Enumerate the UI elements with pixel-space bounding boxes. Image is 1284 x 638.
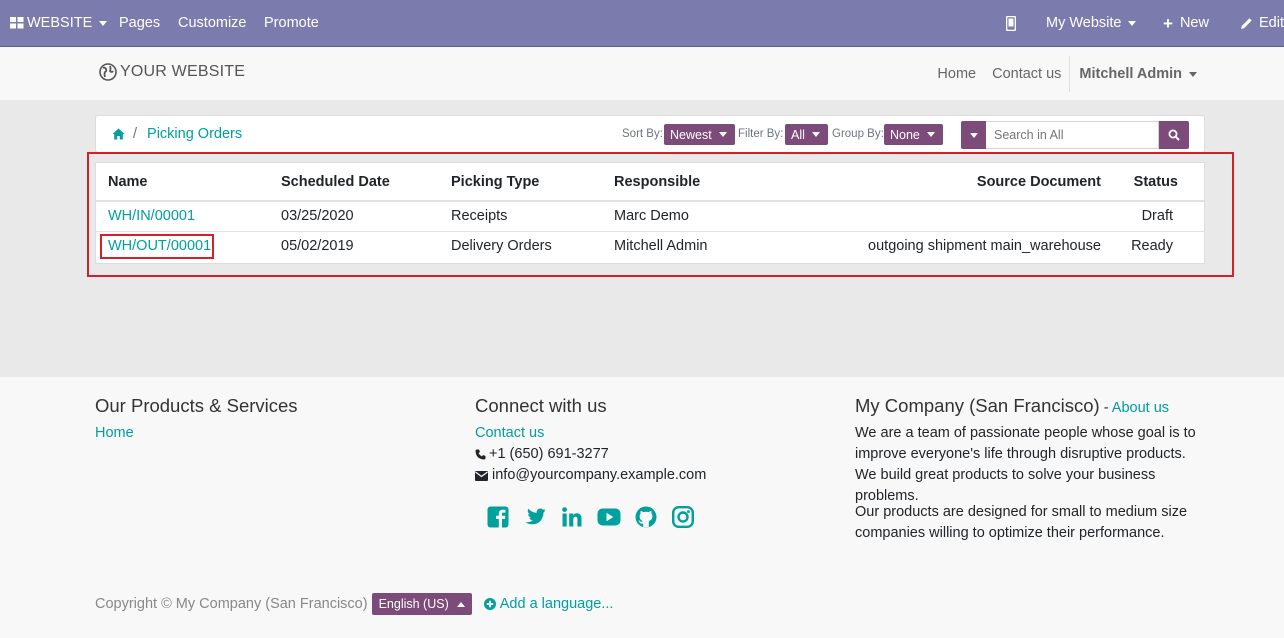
chevron-down-icon [1128,20,1137,26]
apps-grid-icon [10,17,24,29]
github-icon[interactable] [627,506,664,528]
search-icon [1168,129,1180,141]
add-language-label: Add a language... [499,596,614,612]
breadcrumb-picking-orders[interactable]: Picking Orders [147,126,242,142]
search-group [961,121,1189,149]
website-label: WEBSITE [27,15,93,31]
site-logo[interactable]: YOUR WEBSITE [99,63,245,81]
footer-company-title: My Company (San Francisco) - About us [855,395,1169,417]
sort-dropdown[interactable]: Newest [664,124,735,145]
nav-contact-us[interactable]: Contact us [992,66,1061,82]
logo-text: YOUR WEBSITE [120,63,246,80]
language-value: English (US) [378,597,449,611]
breadcrumb: / Picking Orders [112,126,242,142]
mobile-preview-button[interactable] [1006,0,1016,46]
my-website-menu[interactable]: My Website [1046,0,1137,46]
table-highlight-box [87,152,1234,277]
mobile-icon [1006,15,1016,31]
instagram-icon[interactable] [664,506,701,528]
footer-products-title: Our Products & Services [95,395,298,416]
globe-icon [99,63,117,81]
pages-menu[interactable]: Pages [119,0,160,46]
home-icon[interactable] [112,128,125,140]
footer-phone: +1 (650) 691-3277 [475,444,706,465]
footer-connect-title: Connect with us [475,395,607,416]
nav-home[interactable]: Home [937,66,976,82]
footer-email: info@yourcompany.example.com [475,465,706,486]
site-nav: Home Contact us Mitchell Admin [921,47,1197,101]
group-label: Group By: [832,128,884,140]
sort-value: Newest [670,127,712,142]
search-options-dropdown[interactable] [961,121,986,149]
pencil-icon [1241,17,1252,29]
filter-value: All [791,127,805,142]
my-website-label: My Website [1046,15,1122,31]
group-dropdown[interactable]: None [884,124,943,145]
footer-contact-link[interactable]: Contact us [475,425,544,441]
chevron-up-icon [456,601,465,607]
email-address: info@yourcompany.example.com [492,467,707,483]
breadcrumb-separator: / [133,126,138,142]
edit-label: Edit [1259,15,1284,31]
admin-topbar: WEBSITE Pages Customize Promote My Websi… [0,0,1284,46]
twitter-icon[interactable] [516,506,553,528]
search-button[interactable] [1159,121,1189,149]
controls-bar: / Picking Orders Sort By: Newest Filter … [95,115,1205,153]
footer-home-link[interactable]: Home [95,425,134,441]
filter-label: Filter By: [738,128,784,140]
sort-label: Sort By: [622,128,663,140]
company-description: We are a team of passionate people whose… [855,425,1196,504]
plus-icon: + [1163,13,1173,33]
search-input[interactable] [986,121,1159,149]
order-link-highlight-box [100,234,214,259]
phone-icon [475,449,486,460]
company-description-2: Our products are designed for small to m… [855,504,1188,541]
chevron-down-icon [926,132,935,137]
site-footer: Our Products & Services Home Connect wit… [0,377,1284,638]
chevron-down-icon [718,132,727,137]
copyright-text: Copyright © My Company (San Francisco) [95,596,368,612]
copyright-bar: Copyright © My Company (San Francisco) E… [95,593,613,615]
chevron-down-icon [99,20,108,26]
plus-circle-icon [483,598,496,610]
facebook-icon[interactable] [479,506,516,528]
title-dash: - [1099,400,1112,416]
youtube-icon[interactable] [590,506,627,528]
footer-products-list: Home [95,423,134,444]
linkedin-icon[interactable] [553,506,590,528]
group-value: None [890,127,920,142]
about-us-link[interactable]: About us [1112,400,1169,416]
envelope-icon [475,470,488,481]
language-selector[interactable]: English (US) [371,593,472,615]
footer-contact-block: Contact us +1 (650) 691-3277 info@yourco… [475,423,706,486]
new-label: New [1179,15,1209,31]
website-menu[interactable]: WEBSITE [10,0,108,46]
chevron-down-icon [811,132,820,137]
user-name: Mitchell Admin [1079,66,1182,82]
company-name: My Company (San Francisco) [855,395,1100,416]
promote-menu[interactable]: Promote [264,0,319,46]
chevron-down-icon [1189,71,1197,77]
nav-divider [1069,56,1071,92]
phone-number: +1 (650) 691-3277 [489,446,609,462]
chevron-down-icon [969,132,978,138]
filter-dropdown[interactable]: All [785,124,828,145]
new-button[interactable]: + New [1163,0,1209,46]
social-links [479,506,701,528]
user-menu[interactable]: Mitchell Admin [1079,66,1197,82]
edit-button[interactable]: Edit [1240,0,1284,46]
add-language-link[interactable]: Add a language... [483,596,614,612]
customize-menu[interactable]: Customize [178,0,247,46]
site-header: YOUR WEBSITE Home Contact us Mitchell Ad… [0,46,1284,100]
